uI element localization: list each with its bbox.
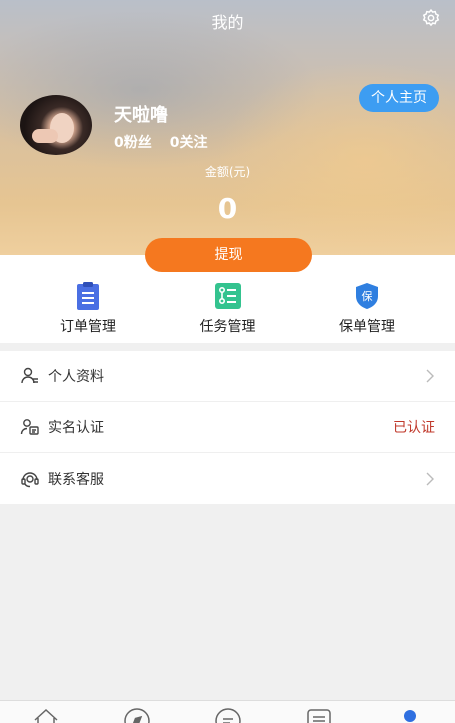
menu-item-profile[interactable]: 个人资料 <box>0 351 455 402</box>
chevron-right-icon <box>426 369 434 383</box>
id-verify-icon <box>20 419 39 435</box>
following-count[interactable]: 0关注 <box>170 135 208 151</box>
menu-label: 联系客服 <box>48 471 104 488</box>
profile-icon <box>403 710 416 722</box>
home-icon <box>33 708 58 723</box>
message-icon <box>214 708 241 723</box>
settings-menu: 个人资料 实名认证 已认证 联系客服 <box>0 351 455 504</box>
svg-text:保: 保 <box>362 289 373 303</box>
user-profile-icon <box>21 367 38 384</box>
bottom-tab-bar <box>0 700 455 723</box>
menu-label: 实名认证 <box>48 420 104 436</box>
amount-value: 0 <box>217 192 238 225</box>
tab-messages[interactable] <box>213 707 243 723</box>
verified-status: 已认证 <box>393 420 435 436</box>
amount-label: 金额(元) <box>204 165 251 179</box>
fans-count[interactable]: 0粉丝 <box>114 135 152 151</box>
profile-header: 我的 个人主页 天啦噜 0粉丝 0关注 金额(元) 0 <box>0 0 455 255</box>
quick-action-label: 订单管理 <box>60 319 116 335</box>
order-management-button[interactable]: 订单管理 <box>28 255 148 343</box>
username: 天啦噜 <box>114 105 168 126</box>
list-icon <box>306 709 331 723</box>
withdraw-button[interactable]: 提现 <box>145 238 312 272</box>
tab-discover[interactable] <box>122 707 152 723</box>
avatar[interactable] <box>20 95 92 155</box>
quick-action-label: 保单管理 <box>339 319 395 335</box>
follow-stats: 0粉丝 0关注 <box>114 132 226 152</box>
customer-service-icon <box>21 471 39 487</box>
menu-item-real-name-verification[interactable]: 实名认证 已认证 <box>0 402 455 453</box>
quick-action-label: 任务管理 <box>199 319 256 335</box>
policy-management-button[interactable]: 保 保单管理 <box>307 255 427 343</box>
compass-icon <box>123 708 150 723</box>
personal-homepage-button[interactable]: 个人主页 <box>359 84 439 112</box>
page-title: 我的 <box>211 13 244 32</box>
tab-list[interactable] <box>304 707 334 723</box>
menu-label: 个人资料 <box>48 369 104 385</box>
task-list-icon <box>214 283 241 309</box>
gear-icon[interactable] <box>421 8 441 28</box>
shield-icon: 保 <box>356 283 378 309</box>
menu-item-customer-service[interactable]: 联系客服 <box>0 453 455 504</box>
chevron-right-icon <box>426 472 434 485</box>
tab-profile[interactable] <box>395 707 425 723</box>
clipboard-icon <box>77 282 99 310</box>
tab-home[interactable] <box>31 707 61 723</box>
